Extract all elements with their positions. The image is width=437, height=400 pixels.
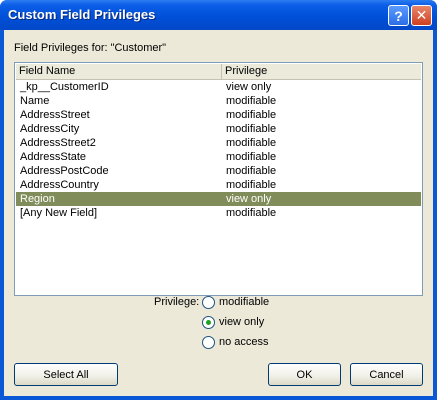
radio-button-icon <box>202 296 215 309</box>
field-name-cell: Name <box>20 95 50 107</box>
table-row[interactable]: AddressPostCode modifiable <box>16 164 421 178</box>
table-row-selected[interactable]: Region view only <box>16 192 421 206</box>
radio-label: modifiable <box>219 296 270 308</box>
field-name-cell: AddressStreet2 <box>20 137 96 149</box>
select-all-button[interactable]: Select All <box>14 363 118 386</box>
field-name-cell: Region <box>20 193 55 205</box>
ok-button[interactable]: OK <box>268 363 341 386</box>
privilege-cell: modifiable <box>226 123 277 135</box>
table-row[interactable]: AddressCountry modifiable <box>16 178 421 192</box>
table-row[interactable]: [Any New Field] modifiable <box>16 206 421 220</box>
field-name-cell: AddressCity <box>20 123 80 135</box>
table-row[interactable]: AddressCity modifiable <box>16 122 421 136</box>
table-row[interactable]: AddressState modifiable <box>16 150 421 164</box>
privilege-cell: modifiable <box>226 179 277 191</box>
radio-button-selected-icon <box>202 316 215 329</box>
dialog-window: Custom Field Privileges ? ✕ Field Privil… <box>0 0 437 400</box>
privilege-cell: modifiable <box>226 151 277 163</box>
field-list[interactable]: Field Name Privilege _kp__CustomerID vie… <box>14 62 423 296</box>
field-name-cell: [Any New Field] <box>20 207 98 219</box>
field-name-cell: AddressState <box>20 151 87 163</box>
field-name-cell: AddressPostCode <box>20 165 109 177</box>
window-title: Custom Field Privileges <box>8 7 156 22</box>
title-bar[interactable]: Custom Field Privileges ? ✕ <box>0 0 437 30</box>
radio-button-icon <box>202 336 215 349</box>
list-header: Field Name Privilege <box>16 64 421 80</box>
table-row[interactable]: _kp__CustomerID view only <box>16 80 421 94</box>
radio-label: no access <box>219 336 269 348</box>
privilege-cell: modifiable <box>226 137 277 149</box>
help-icon: ? <box>394 7 403 24</box>
field-name-cell: _kp__CustomerID <box>20 81 109 93</box>
privilege-cell: modifiable <box>226 165 277 177</box>
help-button[interactable]: ? <box>388 5 409 26</box>
privilege-cell: modifiable <box>226 109 277 121</box>
privilege-cell: view only <box>226 81 272 93</box>
table-row[interactable]: AddressStreet modifiable <box>16 108 421 122</box>
privilege-label: Privilege: <box>154 296 200 308</box>
close-button[interactable]: ✕ <box>411 5 432 26</box>
column-header-field-name[interactable]: Field Name <box>16 64 222 79</box>
close-icon: ✕ <box>415 7 428 23</box>
dialog-body: Field Privileges for: "Customer" Field N… <box>4 30 433 396</box>
table-row[interactable]: Name modifiable <box>16 94 421 108</box>
privilege-cell: view only <box>226 193 272 205</box>
field-name-cell: AddressStreet <box>20 109 90 121</box>
privilege-cell: modifiable <box>226 207 277 219</box>
list-rows: _kp__CustomerID view only Name modifiabl… <box>16 80 421 220</box>
radio-label: view only <box>219 316 265 328</box>
field-privileges-label: Field Privileges for: "Customer" <box>14 42 167 54</box>
field-name-cell: AddressCountry <box>20 179 99 191</box>
column-header-privilege[interactable]: Privilege <box>222 64 421 79</box>
table-row[interactable]: AddressStreet2 modifiable <box>16 136 421 150</box>
cancel-button[interactable]: Cancel <box>350 363 423 386</box>
privilege-cell: modifiable <box>226 95 277 107</box>
